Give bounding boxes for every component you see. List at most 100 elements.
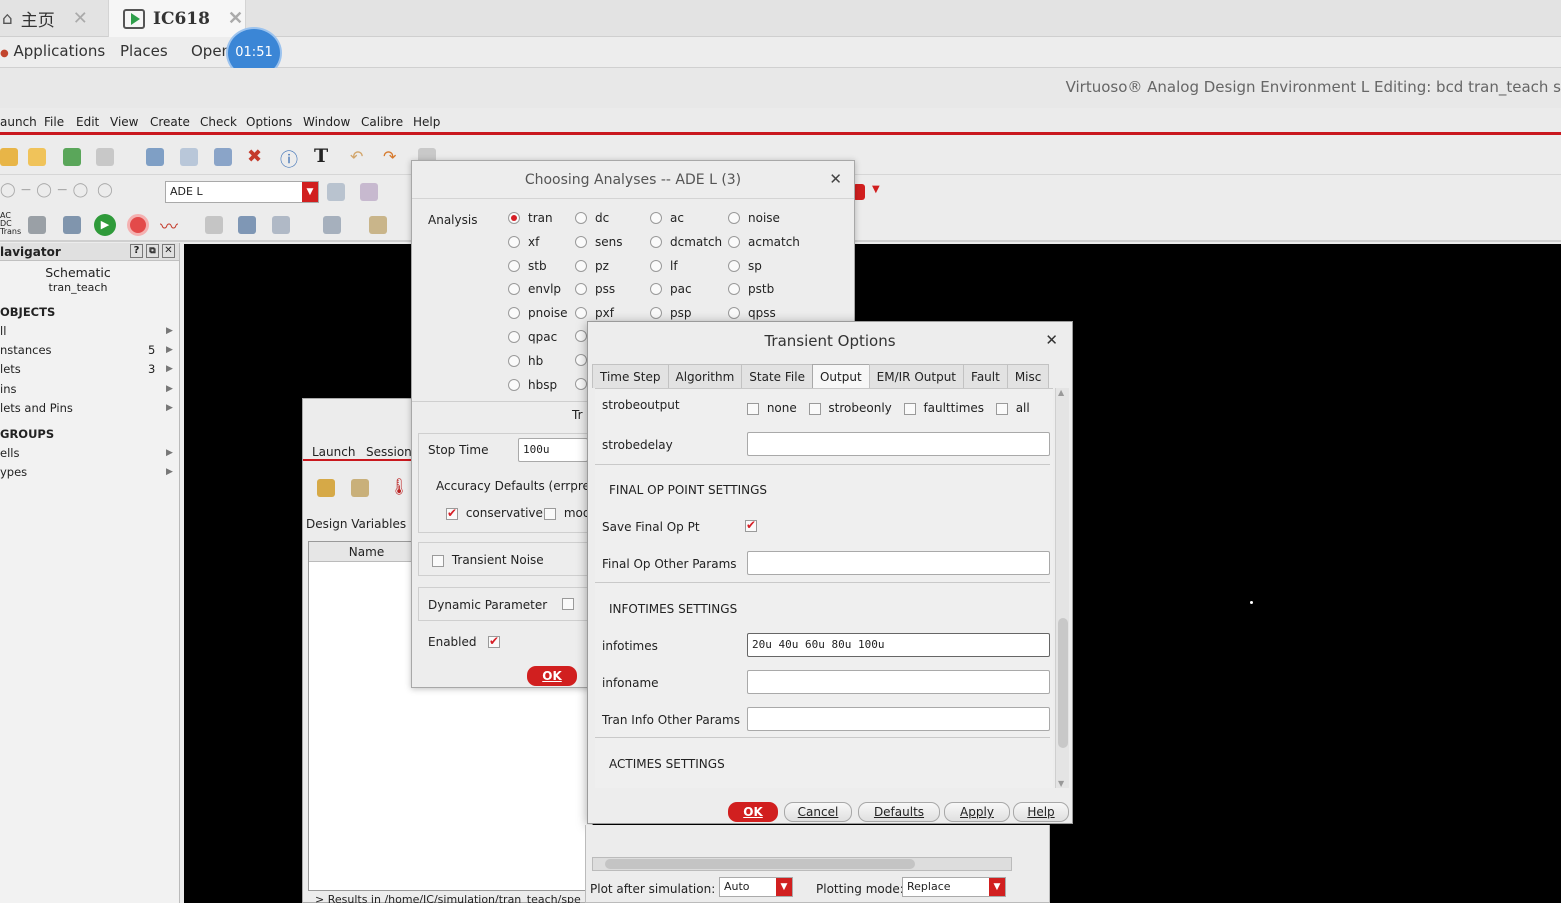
ade-menu-launch[interactable]: Launch <box>312 445 355 459</box>
new-icon[interactable] <box>0 148 18 166</box>
browser-tab-home[interactable]: ⌂ 主页 ✕ <box>0 0 104 37</box>
menu-calibre[interactable]: Calibre <box>361 115 403 129</box>
outputs-icon[interactable] <box>323 216 341 234</box>
applications-menu[interactable]: ● Applications <box>0 42 105 60</box>
settings-icon[interactable] <box>351 479 369 497</box>
radio-psp[interactable]: psp <box>650 306 692 320</box>
tab-fault[interactable]: Fault <box>963 364 1008 388</box>
radio-qpac[interactable]: qpac <box>508 330 557 344</box>
menu-check[interactable]: Check <box>200 115 237 129</box>
check-save-icon[interactable] <box>63 148 81 166</box>
tran-info-other-input[interactable] <box>747 707 1050 731</box>
circle-icon[interactable]: ◯ − ◯ − ◯ ◯ <box>0 182 113 198</box>
menu-create[interactable]: Create <box>150 115 190 129</box>
navigator-row[interactable]: nstances 5 ▶ <box>0 343 180 357</box>
places-menu[interactable]: Places <box>120 42 168 60</box>
radio-xf[interactable]: xf <box>508 235 539 249</box>
save-final-op-checkbox[interactable] <box>745 518 757 532</box>
run-icon[interactable]: ▶ <box>94 214 116 236</box>
results-icon[interactable] <box>238 216 256 234</box>
window-icon[interactable] <box>327 183 345 201</box>
menu-options[interactable]: Options <box>246 115 292 129</box>
menu-help[interactable]: Help <box>413 115 440 129</box>
delete-icon[interactable]: ✖ <box>247 146 262 167</box>
temperature-icon[interactable]: 🌡 <box>389 477 409 496</box>
radio-ac[interactable]: ac <box>650 211 684 225</box>
radio-pz[interactable]: pz <box>575 259 609 273</box>
radio-sens[interactable]: sens <box>575 235 623 249</box>
radio-pxf[interactable]: pxf <box>575 306 614 320</box>
strobedelay-input[interactable] <box>747 432 1050 456</box>
ac-dc-trans-icon[interactable]: AC DC Trans <box>0 212 21 236</box>
radio-hb[interactable]: hb <box>508 354 543 368</box>
move-icon[interactable] <box>146 148 164 166</box>
conservative-radio[interactable]: conservative <box>446 506 543 520</box>
scrollbar-thumb[interactable] <box>605 859 915 869</box>
enabled-checkbox[interactable] <box>488 634 500 648</box>
help-icon[interactable]: ? <box>130 244 143 258</box>
menu-file[interactable]: File <box>44 115 64 129</box>
close-icon[interactable]: ✕ <box>829 170 842 188</box>
redo-icon[interactable]: ↷ <box>383 147 396 166</box>
horizontal-scrollbar[interactable] <box>592 857 1012 871</box>
chevron-down-icon[interactable]: ▼ <box>302 182 318 202</box>
ade-menu-session[interactable]: Session <box>366 445 412 459</box>
strobe-faulttimes-checkbox[interactable]: faulttimes <box>903 401 992 415</box>
restore-icon[interactable]: ⧉ <box>146 244 159 258</box>
radio-dc[interactable]: dc <box>575 211 609 225</box>
radio-pnoise[interactable]: pnoise <box>508 306 568 320</box>
info-icon[interactable]: ⓘ <box>280 146 298 172</box>
stop-icon[interactable] <box>127 214 149 236</box>
radio-tran[interactable]: tran <box>508 211 553 225</box>
tab-output[interactable]: Output <box>811 364 870 388</box>
radio-sp[interactable]: sp <box>728 259 762 273</box>
strobe-none-checkbox[interactable]: none <box>747 401 805 415</box>
help-button[interactable]: Help <box>1013 802 1069 822</box>
radio-stb[interactable]: stb <box>508 259 547 273</box>
tab-algorithm[interactable]: Algorithm <box>667 364 743 388</box>
col-name-header[interactable]: Name <box>309 542 424 562</box>
calculator-icon[interactable] <box>205 216 223 234</box>
dynamic-parameter-checkbox[interactable] <box>562 598 574 610</box>
strobe-strobeonly-checkbox[interactable]: strobeonly <box>808 401 900 415</box>
radio-noise[interactable]: noise <box>728 211 780 225</box>
navigator-row[interactable]: lets and Pins ▶ <box>0 401 180 415</box>
close-icon[interactable]: ✕ <box>1045 331 1058 349</box>
close-icon[interactable]: ✕ <box>73 8 88 29</box>
plotting-mode-select[interactable]: Replace ▼ <box>902 877 1006 897</box>
radio-dcmatch[interactable]: dcmatch <box>650 235 722 249</box>
load-icon[interactable] <box>317 479 335 497</box>
open-folder-icon[interactable] <box>28 148 46 166</box>
navigator-row[interactable]: ells ▶ <box>0 446 180 460</box>
chevron-down-icon[interactable]: ▼ <box>872 184 880 195</box>
tab-misc[interactable]: Misc <box>1006 364 1050 388</box>
netlist-icon[interactable] <box>28 216 46 234</box>
stop-time-input[interactable]: 100u <box>518 438 588 462</box>
scrollbar-thumb[interactable] <box>1058 618 1068 748</box>
radio-pstb[interactable]: pstb <box>728 282 774 296</box>
list-icon[interactable] <box>272 216 290 234</box>
radio-pac[interactable]: pac <box>650 282 692 296</box>
tab-em-ir-output[interactable]: EM/IR Output <box>868 364 965 388</box>
tab-state-file[interactable]: State File <box>741 364 813 388</box>
save-icon[interactable] <box>96 148 114 166</box>
radio-partial[interactable] <box>575 377 587 390</box>
radio-pss[interactable]: pss <box>575 282 615 296</box>
edit-icon[interactable] <box>369 216 387 234</box>
navigator-row[interactable]: ins ▶ <box>0 382 180 396</box>
tab-time-step[interactable]: Time Step <box>592 364 669 388</box>
radio-hbsp[interactable]: hbsp <box>508 378 557 392</box>
vertical-scrollbar[interactable]: ▲ ▼ <box>1055 388 1069 788</box>
open-menu[interactable]: Open <box>191 42 231 60</box>
close-icon[interactable]: ✕ <box>228 8 243 29</box>
navigator-row[interactable]: ll ▶ <box>0 324 180 338</box>
infotimes-input[interactable]: 20u 40u 60u 80u 100u <box>747 633 1050 657</box>
chevron-up-icon[interactable]: ▲ <box>1058 388 1064 397</box>
menu-edit[interactable]: Edit <box>76 115 99 129</box>
transient-ok-button[interactable]: OK <box>728 802 778 822</box>
radio-envlp[interactable]: envlp <box>508 282 561 296</box>
chevron-down-icon[interactable]: ▼ <box>1058 779 1064 788</box>
waveform-icon[interactable]: 〰 <box>160 213 178 239</box>
choosing-ok-button[interactable]: OK <box>527 666 577 686</box>
radio-partial[interactable] <box>575 330 587 342</box>
